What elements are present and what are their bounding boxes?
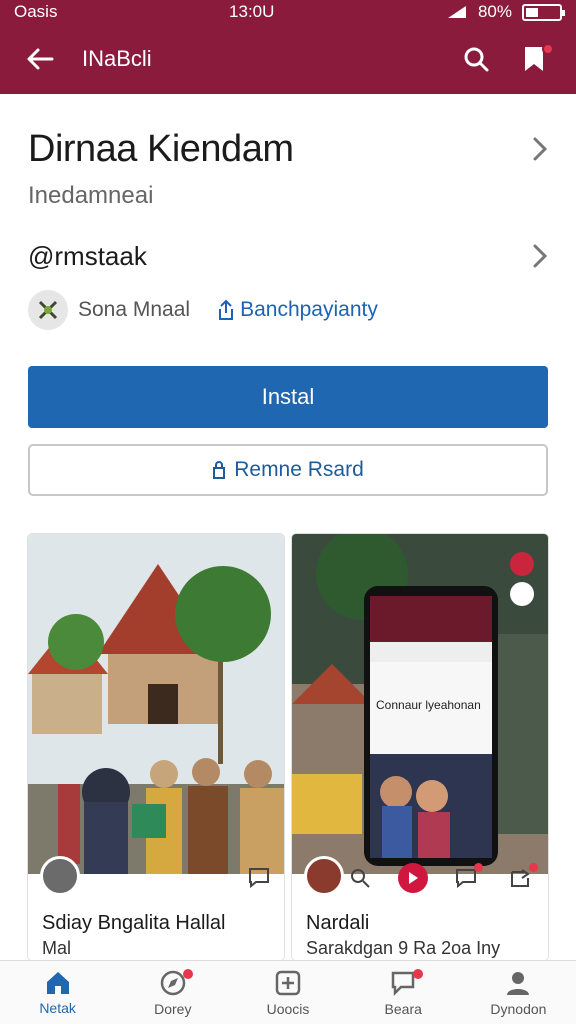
status-icons: 80%	[446, 2, 565, 22]
nav-item-chat[interactable]: Beara	[346, 961, 461, 1024]
card-title: Nardali	[306, 912, 370, 934]
battery-percent: 80%	[477, 2, 512, 21]
village-photo	[28, 534, 284, 874]
developer-row[interactable]: @rmstaak	[28, 234, 548, 278]
app-bar-title: INaBcli	[82, 46, 152, 71]
lock-icon	[213, 461, 226, 479]
comment-button[interactable]	[449, 861, 483, 895]
nav-item-home[interactable]: Netak	[0, 961, 115, 1024]
chevron-right-icon	[533, 244, 548, 268]
app-details: Dirnaa Kiendam Inedamneai @rmstaak Sona …	[0, 94, 576, 960]
play-button[interactable]	[397, 863, 428, 893]
card-title: Sdiay Bngalita Hallal	[42, 912, 226, 934]
app-name: Dirnaa Kiendam	[28, 127, 294, 170]
developer-handle: @rmstaak	[28, 240, 147, 271]
back-button[interactable]	[20, 39, 60, 79]
nav-label: Uoocis	[266, 1000, 310, 1017]
comment-button[interactable]	[242, 860, 276, 894]
search-icon	[464, 47, 489, 72]
apps-icon	[275, 970, 301, 995]
nav-label: Dorey	[154, 1000, 192, 1017]
phone-mockup-photo: Connaur lyeahonan	[292, 534, 548, 874]
comment-icon	[455, 869, 476, 888]
card-subtitle: Mal	[42, 938, 72, 958]
notification-badge	[413, 969, 424, 979]
phone-screen-text: Connaur lyeahonan	[376, 698, 481, 712]
status-bar: Oasis 13:0U 80%	[0, 0, 576, 24]
install-button[interactable]: Instal	[28, 366, 548, 428]
nav-item-apps[interactable]: Uoocis	[230, 961, 345, 1024]
avatar[interactable]	[40, 856, 80, 896]
card-subtitle: Sarakdgan 9 Ra 2oa Iny	[306, 938, 501, 958]
share-button[interactable]	[504, 861, 538, 895]
share-icon	[510, 869, 530, 887]
nav-label: Netak	[39, 999, 76, 1016]
battery-icon	[522, 3, 565, 21]
search-icon	[350, 869, 370, 888]
screenshot-card[interactable]: Connaur lyeahonan Nardali Sarakdgan 9 Ra…	[292, 534, 548, 960]
bottom-nav: Netak Dorey Uoocis Beara Dynodon	[0, 960, 576, 1024]
app-bar: INaBcli	[0, 24, 576, 94]
notification-badge	[528, 863, 538, 872]
person-icon	[507, 971, 530, 995]
meta-text: Sona Mnaal	[78, 298, 191, 321]
arrow-left-icon	[27, 48, 54, 70]
home-icon	[46, 971, 69, 994]
comment-icon	[249, 868, 269, 888]
nav-label: Dynodon	[490, 1000, 547, 1017]
logo-icon	[38, 300, 58, 320]
share-icon	[219, 299, 234, 320]
app-subtitle: Inedamneai	[28, 182, 154, 209]
status-time: 13:0U	[229, 2, 275, 21]
card-actions	[292, 856, 548, 900]
search-button[interactable]	[343, 861, 377, 895]
status-carrier: Oasis	[14, 2, 58, 21]
bookmark-button[interactable]	[512, 37, 556, 81]
screenshot-card[interactable]: Sdiay Bngalita Hallal Mal	[28, 534, 284, 960]
chevron-right-icon	[533, 137, 548, 161]
nav-label: Beara	[384, 1000, 422, 1017]
nav-item-profile[interactable]: Dynodon	[461, 961, 576, 1024]
notification-badge	[542, 43, 554, 55]
share-link-label: Banchpayianty	[240, 298, 378, 321]
secondary-button[interactable]: Remne Rsard	[28, 444, 548, 496]
play-icon	[408, 872, 418, 884]
share-link[interactable]: Banchpayianty	[218, 298, 378, 322]
app-title-row[interactable]: Dirnaa Kiendam	[28, 124, 548, 174]
secondary-button-label: Remne Rsard	[234, 458, 364, 481]
developer-avatar	[28, 290, 68, 330]
nav-item-discover[interactable]: Dorey	[115, 961, 230, 1024]
meta-row: Sona Mnaal Banchpayianty	[28, 288, 378, 332]
notification-badge	[182, 969, 193, 979]
search-button[interactable]	[454, 37, 498, 81]
signal-icon	[447, 6, 466, 18]
notification-badge	[473, 863, 483, 872]
